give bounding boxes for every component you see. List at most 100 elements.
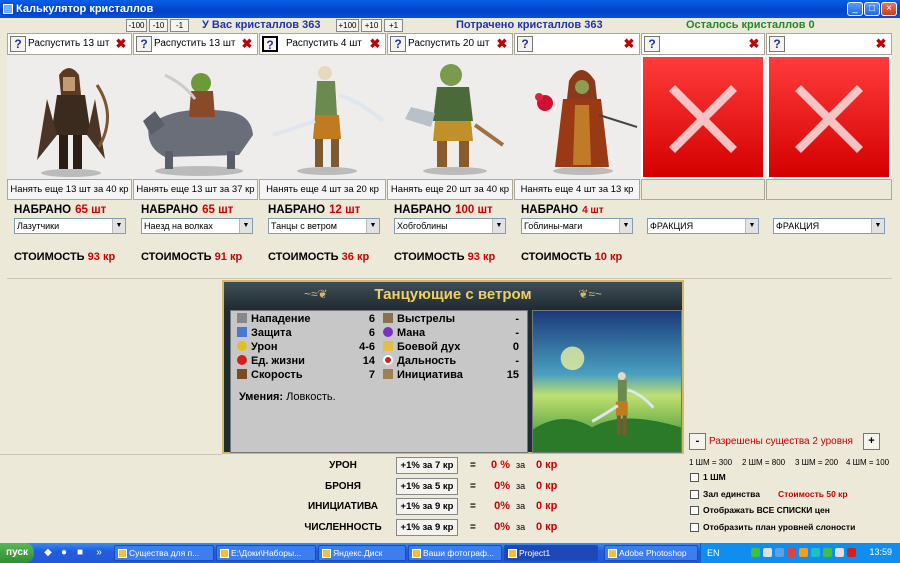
remove-button[interactable]: ✖ [494, 36, 510, 52]
taskbar-item[interactable]: Adobe Photoshop [604, 545, 698, 561]
tray-icon[interactable] [811, 548, 820, 557]
tray-icon[interactable] [847, 548, 856, 557]
quicklaunch-icon[interactable]: ● [58, 547, 70, 559]
language-indicator[interactable]: EN [707, 548, 720, 558]
faction-select[interactable]: ФРАКЦИЯ ▼ [647, 218, 759, 234]
option-unity-hall-checkbox[interactable] [690, 490, 699, 499]
minus-1-button[interactable]: -1 [170, 19, 189, 32]
stat-row: Дальность - [383, 355, 523, 369]
plus-10-button[interactable]: +10 [361, 19, 382, 32]
upgrade-button[interactable]: +1% за 9 кр [396, 519, 458, 536]
collected-value: 12 шт [329, 204, 361, 216]
crystals-left-label: Осталось кристаллов 0 [686, 19, 815, 31]
help-button[interactable]: ? [769, 36, 785, 52]
dismiss-button[interactable]: Распустить 20 шт [408, 38, 489, 49]
remove-button[interactable]: ✖ [113, 36, 129, 52]
faction-select[interactable]: Наезд на волках ▼ [141, 218, 253, 234]
tray-icon[interactable] [751, 548, 760, 557]
upgrade-button[interactable]: +1% за 7 кр [396, 457, 458, 474]
clock: 13:59 [869, 547, 892, 557]
hire-more-button[interactable]: Нанять еще 13 шт за 40 кр [7, 179, 132, 200]
chevron-down-icon: ▼ [492, 219, 505, 233]
faction-select[interactable]: Танцы с ветром ▼ [268, 218, 380, 234]
close-button[interactable]: × [881, 2, 897, 16]
remove-button[interactable]: ✖ [367, 36, 383, 52]
help-button[interactable]: ? [644, 36, 660, 52]
option-1shm-checkbox[interactable] [690, 473, 699, 482]
level-plus-button[interactable]: + [863, 433, 880, 450]
level-minus-button[interactable]: - [689, 433, 706, 450]
taskbar-item[interactable]: Существа для п... [114, 545, 214, 561]
maximize-button[interactable]: □ [864, 2, 880, 16]
minus-100-button[interactable]: -100 [126, 19, 147, 32]
hire-more-button[interactable]: Нанять еще 13 шт за 37 кр [133, 179, 258, 200]
help-button[interactable]: ? [10, 36, 26, 52]
collected-value: 100 шт [455, 204, 493, 216]
taskbar-item[interactable]: Project1 [504, 545, 598, 561]
taskbar-item[interactable]: Ваши фотограф... [408, 545, 502, 561]
faction-select[interactable]: ФРАКЦИЯ ▼ [773, 218, 885, 234]
unit-skills: Умения: Ловкость. [239, 391, 336, 403]
help-button[interactable]: ? [136, 36, 152, 52]
upgrade-button[interactable]: +1% за 9 кр [396, 498, 458, 515]
goblin-wolf-rider-portrait[interactable] [135, 55, 263, 179]
help-button[interactable]: ? [390, 36, 406, 52]
collected-label: НАБРАНО 65 шт [14, 204, 107, 216]
option-level-plan-checkbox[interactable] [690, 523, 699, 532]
slot-7-bar: ? ✖ [766, 33, 892, 55]
taskbar-item[interactable]: Яндекс.Диск [318, 545, 406, 561]
tray-icon[interactable] [835, 548, 844, 557]
tray-icon[interactable] [787, 548, 796, 557]
help-button[interactable]: ? [262, 36, 278, 52]
chevron-down-icon: ▼ [366, 219, 379, 233]
faction-select[interactable]: Лазутчики ▼ [14, 218, 126, 234]
minus-10-button[interactable]: -10 [149, 19, 168, 32]
remove-button[interactable]: ✖ [746, 36, 762, 52]
tray-icon[interactable] [799, 548, 808, 557]
task-icon [608, 549, 617, 558]
hooded-archer-portrait[interactable] [7, 55, 135, 179]
empty-slot-7[interactable] [767, 55, 891, 179]
hire-more-button[interactable]: Нанять еще 4 шт за 20 кр [259, 179, 386, 200]
faction-select[interactable]: Хобгоблины ▼ [394, 218, 506, 234]
cost-value: 36 кр [341, 251, 370, 263]
remove-button[interactable]: ✖ [239, 36, 255, 52]
unit-title: Танцующие с ветром [224, 282, 682, 308]
remove-button[interactable]: ✖ [873, 36, 889, 52]
remove-button[interactable]: ✖ [621, 36, 637, 52]
slot-2-bar: ? Распустить 13 шт ✖ [133, 33, 258, 55]
option-all-prices-checkbox[interactable] [690, 506, 699, 515]
hire-more-button[interactable]: Нанять еще 20 шт за 40 кр [387, 179, 513, 200]
tray-icon[interactable] [823, 548, 832, 557]
stat-row: Скорость 7 [237, 369, 377, 383]
upgrade-button[interactable]: +1% за 5 кр [396, 478, 458, 495]
hourglass-icon [383, 369, 393, 379]
dismiss-button[interactable]: Распустить 13 шт [154, 38, 235, 49]
help-button[interactable]: ? [517, 36, 533, 52]
upgrade-row: ЧИСЛЕННОСТЬ +1% за 9 кр = 0% за 0 кр [268, 519, 598, 537]
task-icon [508, 549, 517, 558]
faction-select[interactable]: Гоблины-маги ▼ [521, 218, 633, 234]
plus-1-button[interactable]: +1 [384, 19, 403, 32]
dismiss-button[interactable]: Распустить 13 шт [28, 38, 109, 49]
hobgoblin-portrait[interactable] [391, 55, 519, 179]
empty-cross-icon [795, 85, 863, 153]
quicklaunch-more-icon[interactable]: » [93, 547, 105, 559]
taskbar-item[interactable]: E:\Доки\Наборы... [216, 545, 316, 561]
empty-slot-6[interactable] [641, 55, 765, 179]
start-button[interactable]: пуск [0, 543, 34, 563]
minimize-button[interactable]: _ [847, 2, 863, 16]
plus-100-button[interactable]: +100 [336, 19, 359, 32]
chevron-down-icon: ▼ [619, 219, 632, 233]
dismiss-button[interactable]: Распустить 4 шт [286, 38, 362, 49]
wind-dancer-portrait[interactable] [263, 55, 391, 179]
upgrade-row: УРОН +1% за 7 кр = 0 % за 0 кр [268, 457, 598, 475]
tray-icon[interactable] [763, 548, 772, 557]
hire-more-button[interactable]: Нанять еще 4 шт за 13 кр [514, 179, 640, 200]
quicklaunch-icon[interactable]: ◆ [42, 547, 54, 559]
upgrade-za: за [516, 460, 526, 470]
tray-icon[interactable] [775, 548, 784, 557]
option-label: Отобразить план уровней слоности [703, 522, 856, 532]
goblin-mage-portrait[interactable] [519, 55, 647, 179]
quicklaunch-icon[interactable]: ■ [74, 547, 86, 559]
